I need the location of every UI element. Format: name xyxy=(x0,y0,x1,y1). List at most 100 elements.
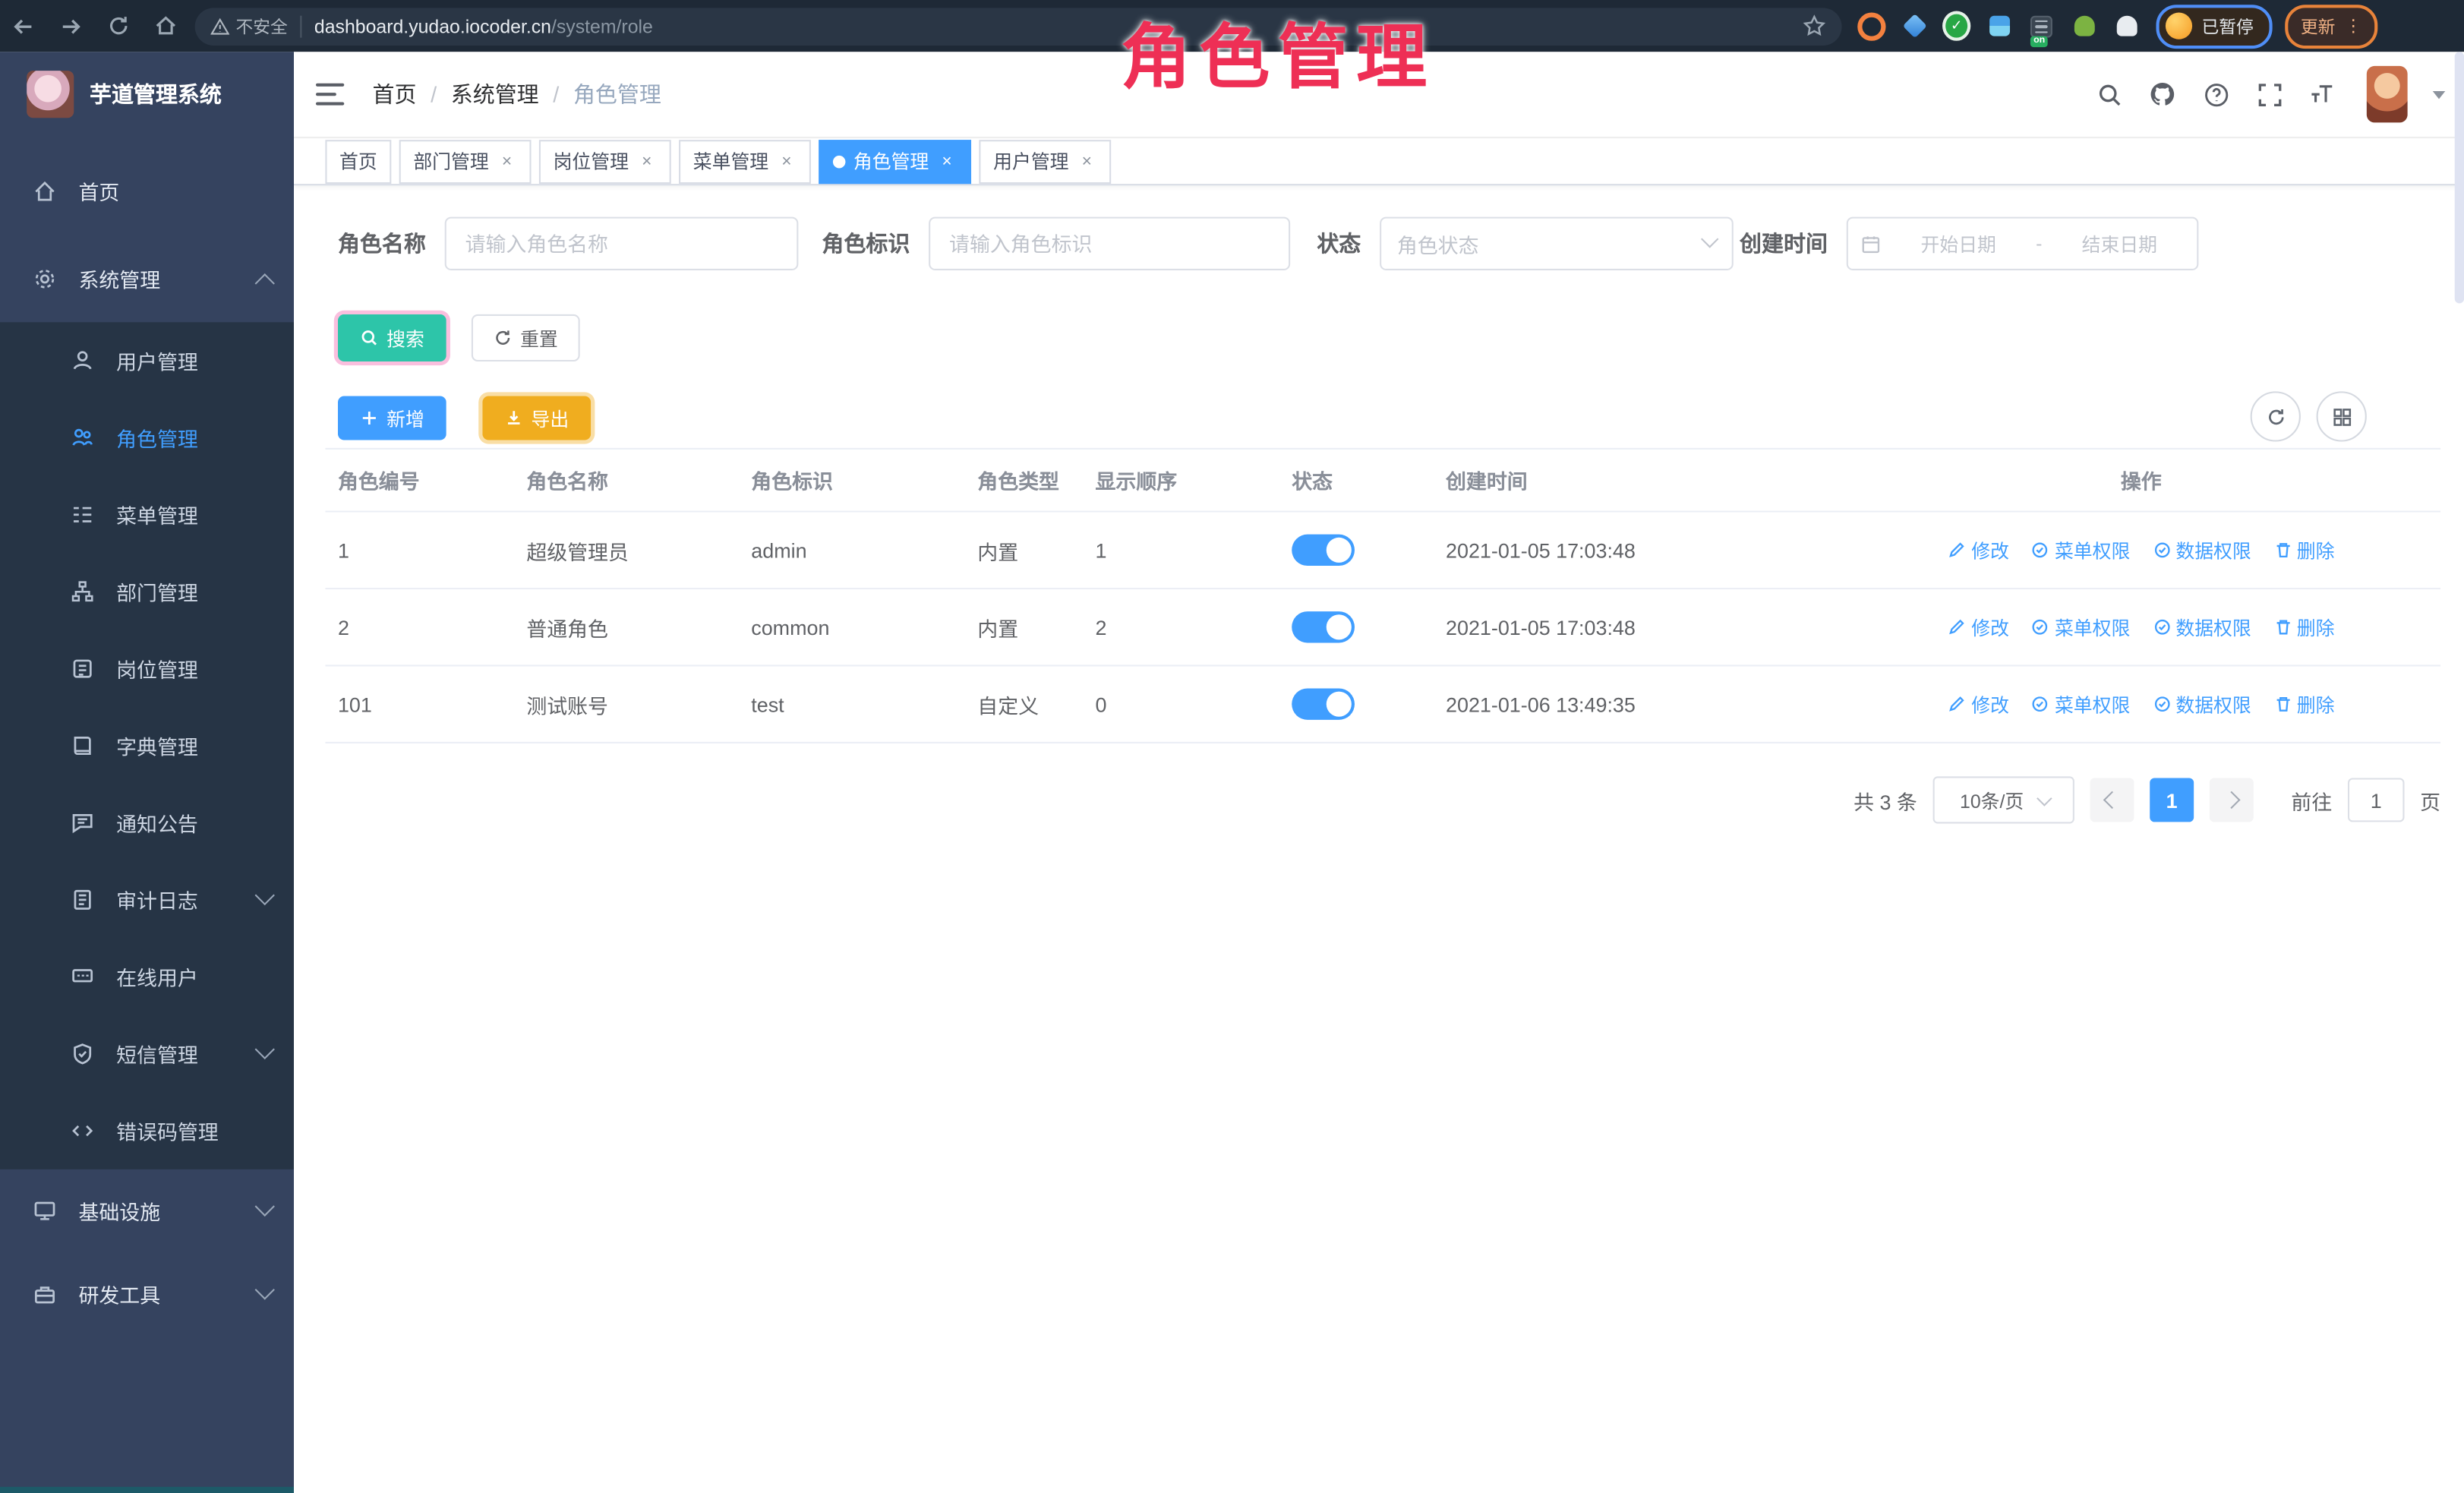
goto-page-input[interactable] xyxy=(2348,778,2405,822)
sidebar-item-online-users[interactable]: 在线用户 xyxy=(0,939,294,1015)
sidebar-toggle-button[interactable] xyxy=(316,84,344,106)
fullscreen-button[interactable] xyxy=(2254,78,2285,109)
edit-link[interactable]: 修改 xyxy=(1948,691,2009,718)
caret-down-icon[interactable] xyxy=(2433,90,2446,98)
role-key-input[interactable] xyxy=(929,217,1290,270)
cell-role-type: 内置 xyxy=(965,535,1083,565)
data-permission-link[interactable]: 数据权限 xyxy=(2152,691,2251,718)
extension-android[interactable] xyxy=(2070,12,2098,40)
export-button[interactable]: 导出 xyxy=(482,396,591,440)
status-select[interactable]: 角色状态 xyxy=(1380,217,1734,270)
tag-departments[interactable]: 部门管理× xyxy=(399,139,532,183)
sidebar-item-notice[interactable]: 通知公告 xyxy=(0,784,294,861)
breadcrumb-item[interactable]: 系统管理 xyxy=(451,78,539,109)
edit-link[interactable]: 修改 xyxy=(1948,614,2009,640)
status-toggle[interactable] xyxy=(1292,611,1355,642)
tag-posts[interactable]: 岗位管理× xyxy=(539,139,671,183)
reset-button[interactable]: 重置 xyxy=(472,314,580,361)
browser-update-button[interactable]: 更新 ⋮ xyxy=(2285,4,2377,48)
extension-gem[interactable] xyxy=(1900,12,1928,40)
sidebar-item-audit-log[interactable]: 审计日志 xyxy=(0,861,294,938)
url-text[interactable]: dashboard.yudao.iocoder.cn/system/role xyxy=(314,15,653,37)
sidebar-item-posts[interactable]: 岗位管理 xyxy=(0,630,294,707)
menu-permission-link[interactable]: 菜单权限 xyxy=(2031,614,2130,640)
role-name-input[interactable] xyxy=(445,217,799,270)
cell-create-time: 2021-01-05 17:03:48 xyxy=(1433,615,1841,639)
prev-page-button[interactable] xyxy=(2090,778,2134,822)
edit-link[interactable]: 修改 xyxy=(1948,537,2009,563)
browser-home-button[interactable] xyxy=(141,7,188,45)
breadcrumb-item[interactable]: 首页 xyxy=(372,78,416,109)
extension-check[interactable]: ✓ xyxy=(1942,12,1970,40)
action-label: 修改 xyxy=(1971,614,2009,640)
bookmark-star-button[interactable] xyxy=(1803,14,1826,38)
sidebar: 芋道管理系统 首页 系统管理 用户管理 xyxy=(0,52,294,1493)
tag-roles-active[interactable]: 角色管理× xyxy=(819,139,971,183)
table-refresh-button[interactable] xyxy=(2251,391,2301,441)
browser-forward-button[interactable] xyxy=(47,7,94,45)
sidebar-item-users[interactable]: 用户管理 xyxy=(0,322,294,399)
close-icon[interactable]: × xyxy=(1077,151,1097,172)
browser-profile-button[interactable]: 已暂停 xyxy=(2156,4,2272,48)
tag-home[interactable]: 首页 xyxy=(325,139,391,183)
sidebar-item-error-codes[interactable]: 错误码管理 xyxy=(0,1092,294,1169)
sidebar-item-departments[interactable]: 部门管理 xyxy=(0,553,294,630)
page-scrollbar[interactable] xyxy=(2455,52,2464,303)
column-settings-button[interactable] xyxy=(2317,391,2367,441)
table-row[interactable]: 2 普通角色 common 内置 2 2021-01-05 17:03:48 修… xyxy=(325,589,2440,666)
delete-link[interactable]: 删除 xyxy=(2273,537,2335,563)
cell-role-id: 101 xyxy=(325,693,513,716)
browser-menu-icon[interactable]: ⋮ xyxy=(2345,18,2362,34)
row-actions: 修改 菜单权限 数据权限 删除 xyxy=(1842,614,2441,640)
menu-permission-link[interactable]: 菜单权限 xyxy=(2031,691,2130,718)
close-icon[interactable]: × xyxy=(777,151,797,172)
date-range-picker[interactable]: 开始日期 - 结束日期 xyxy=(1847,217,2199,270)
page-size-select[interactable]: 10条/页 xyxy=(1933,776,2074,823)
sidebar-item-sms[interactable]: 短信管理 xyxy=(0,1015,294,1092)
extension-grid[interactable] xyxy=(1985,12,2013,40)
browser-back-button[interactable] xyxy=(0,7,47,45)
sidebar-item-system[interactable]: 系统管理 xyxy=(0,234,294,322)
filter-role-key: 角色标识 xyxy=(822,217,1290,270)
field-label: 角色标识 xyxy=(822,228,910,259)
delete-link[interactable]: 删除 xyxy=(2273,691,2335,718)
sidebar-item-dict[interactable]: 字典管理 xyxy=(0,707,294,784)
help-button[interactable] xyxy=(2200,78,2231,109)
sidebar-item-label: 错误码管理 xyxy=(116,1116,272,1145)
sidebar-item-roles[interactable]: 角色管理 xyxy=(0,399,294,476)
extension-orange[interactable] xyxy=(1857,12,1885,40)
status-toggle[interactable] xyxy=(1292,688,1355,719)
tag-users[interactable]: 用户管理× xyxy=(980,139,1112,183)
table-row[interactable]: 1 超级管理员 admin 内置 1 2021-01-05 17:03:48 修… xyxy=(325,513,2440,589)
current-page-button[interactable]: 1 xyxy=(2150,778,2194,822)
tag-menus[interactable]: 菜单管理× xyxy=(679,139,811,183)
next-page-button[interactable] xyxy=(2210,778,2254,822)
browser-refresh-button[interactable] xyxy=(94,7,141,45)
sidebar-item-dev-tools[interactable]: 研发工具 xyxy=(0,1252,294,1336)
extension-tampermonkey[interactable]: on xyxy=(2027,12,2055,40)
sidebar-logo[interactable]: 芋道管理系统 xyxy=(0,52,294,137)
close-icon[interactable]: × xyxy=(937,151,958,172)
blue-gem-icon xyxy=(1902,14,1926,38)
close-icon[interactable]: × xyxy=(636,151,657,172)
delete-link[interactable]: 删除 xyxy=(2273,614,2335,640)
user-avatar[interactable] xyxy=(2367,66,2408,123)
header-search-button[interactable] xyxy=(2093,78,2125,109)
add-button[interactable]: 新增 xyxy=(338,396,446,440)
font-size-button[interactable] xyxy=(2307,78,2338,109)
data-permission-link[interactable]: 数据权限 xyxy=(2152,537,2251,563)
search-button[interactable]: 搜索 xyxy=(338,314,446,361)
circle-check-icon xyxy=(2152,541,2171,560)
sidebar-item-menus[interactable]: 菜单管理 xyxy=(0,476,294,553)
sidebar-item-home[interactable]: 首页 xyxy=(0,146,294,234)
menu-permission-link[interactable]: 菜单权限 xyxy=(2031,537,2130,563)
data-permission-link[interactable]: 数据权限 xyxy=(2152,614,2251,640)
address-bar[interactable]: 不安全 dashboard.yudao.iocoder.cn/system/ro… xyxy=(195,7,1842,45)
close-icon[interactable]: × xyxy=(497,151,517,172)
status-toggle[interactable] xyxy=(1292,535,1355,566)
github-link-button[interactable] xyxy=(2147,78,2178,109)
extension-ghost[interactable] xyxy=(2112,12,2141,40)
security-warning[interactable]: 不安全 xyxy=(210,14,287,39)
table-row[interactable]: 101 测试账号 test 自定义 0 2021-01-06 13:49:35 … xyxy=(325,667,2440,743)
sidebar-item-infrastructure[interactable]: 基础设施 xyxy=(0,1169,294,1253)
